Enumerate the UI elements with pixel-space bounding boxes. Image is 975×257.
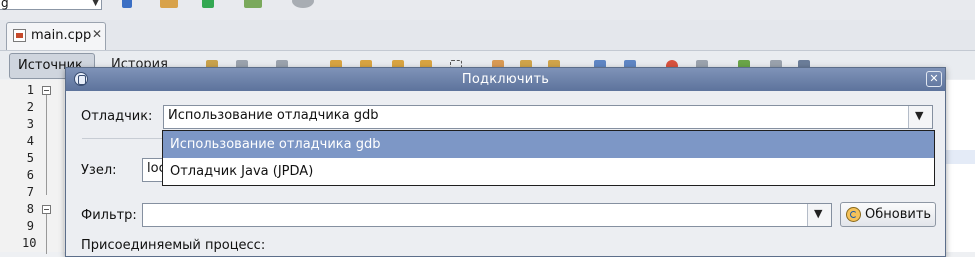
line-number: 9 xyxy=(26,219,34,233)
clean-build-icon[interactable] xyxy=(122,0,132,8)
line-gutter: 1 2 3 4 5 6 7 8 9 10 xyxy=(0,80,64,254)
filter-label: Фильтр: xyxy=(81,208,137,223)
refresh-button[interactable]: Обновить xyxy=(840,202,936,227)
line-number: 1 xyxy=(26,83,34,97)
debugger-label: Отладчик: xyxy=(81,109,153,124)
build-icon[interactable] xyxy=(160,0,178,8)
chevron-down-icon: ▼ xyxy=(92,0,99,8)
fold-icon[interactable] xyxy=(42,86,51,95)
fold-icon[interactable] xyxy=(42,205,51,214)
editor-tab-row: main.cpp ✕ xyxy=(0,20,975,51)
debugger-option-gdb[interactable]: Использование отладчика gdb xyxy=(163,131,934,158)
fold-guide xyxy=(46,95,47,195)
dialog-title: Подключить xyxy=(461,72,550,87)
refresh-icon xyxy=(846,207,861,222)
close-icon[interactable]: ✕ xyxy=(926,71,942,87)
chevron-down-icon: ▼ xyxy=(915,109,924,122)
host-label: Узел: xyxy=(81,163,117,178)
filter-dropdown-button[interactable]: ▼ xyxy=(807,204,831,226)
dialog-titlebar: Подключить ✕ xyxy=(66,68,945,91)
main-toolbar: g ▼ xyxy=(0,0,975,20)
debugger-select[interactable]: Использование отладчика gdb ▼ xyxy=(163,105,933,129)
line-number: 7 xyxy=(26,185,34,199)
line-number: 8 xyxy=(26,202,34,216)
debugger-select-value: Использование отладчика gdb xyxy=(168,108,379,123)
file-cpp-icon xyxy=(13,29,26,42)
line-number: 10 xyxy=(22,236,37,250)
debug-icon[interactable] xyxy=(244,0,262,8)
line-number: 5 xyxy=(26,151,34,165)
config-combo-value: g xyxy=(1,0,9,10)
tab-label: main.cpp xyxy=(31,28,92,43)
close-icon[interactable]: ✕ xyxy=(92,27,102,41)
debugger-options-list: Использование отладчика gdb Отладчик Jav… xyxy=(162,130,935,186)
process-label: Присоединяемый процесс: xyxy=(81,238,266,253)
refresh-button-label: Обновить xyxy=(865,207,932,222)
line-number: 3 xyxy=(26,117,34,131)
profile-icon[interactable] xyxy=(292,0,314,8)
tab-main-cpp[interactable]: main.cpp ✕ xyxy=(6,22,106,50)
fold-guide xyxy=(46,214,47,254)
line-number: 6 xyxy=(26,168,34,182)
filter-input[interactable]: ▼ xyxy=(142,203,832,227)
line-number: 4 xyxy=(26,134,34,148)
debugger-option-jpda[interactable]: Отладчик Java (JPDA) xyxy=(163,158,934,185)
chevron-down-icon: ▼ xyxy=(814,207,823,220)
line-number: 2 xyxy=(26,100,34,114)
config-combo[interactable]: g ▼ xyxy=(0,0,102,10)
run-icon[interactable] xyxy=(202,0,214,8)
debugger-dropdown-button[interactable]: ▼ xyxy=(908,106,932,128)
